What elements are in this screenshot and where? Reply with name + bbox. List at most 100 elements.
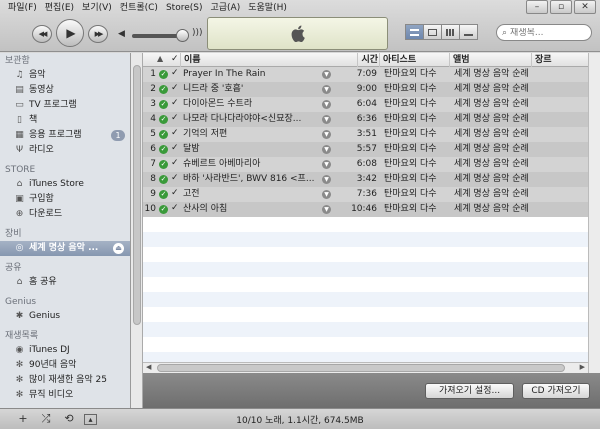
table-row[interactable]: 2 ✓ ✓ 니드라 중 '호흡' ▼ 9:00 탄마요외 다수 세계 명상 음악 순례: [143, 82, 600, 97]
track-time: 9:00: [356, 84, 377, 94]
track-checkbox[interactable]: ✓: [171, 83, 179, 93]
track-options-icon[interactable]: ▼: [322, 130, 331, 139]
minimize-button[interactable]: –: [526, 0, 548, 14]
scroll-right-icon[interactable]: ▶: [580, 363, 585, 371]
playable-status-icon: ✓: [159, 115, 168, 124]
track-checkbox[interactable]: ✓: [171, 158, 179, 168]
sidebar-item-itunes-store[interactable]: ⌂ iTunes Store: [0, 177, 130, 192]
import-cd-button[interactable]: CD 가져오기: [522, 383, 590, 399]
column-time[interactable]: 시간: [357, 53, 379, 67]
coverflow-view-button[interactable]: [459, 24, 478, 40]
sidebar-scrollbar[interactable]: [131, 53, 143, 408]
sidebar-item-itunes-dj[interactable]: ◉ iTunes DJ: [0, 343, 130, 358]
menu-edit[interactable]: 편집(E): [41, 2, 78, 15]
sidebar-item-90s-music[interactable]: ✻ 90년대 음악: [0, 358, 130, 373]
table-row[interactable]: 6 ✓ ✓ 달밤 ▼ 5:57 탄마요외 다수 세계 명상 음악 순례: [143, 142, 600, 157]
track-checkbox[interactable]: ✓: [171, 188, 179, 198]
track-album: 세계 명상 음악 순례: [454, 189, 529, 199]
sidebar-item-top-25[interactable]: ✻ 많이 재생한 음악 25: [0, 373, 130, 388]
track-options-icon[interactable]: ▼: [322, 115, 331, 124]
track-checkbox[interactable]: ✓: [171, 143, 179, 153]
table-row[interactable]: 9 ✓ ✓ 고전 ▼ 7:36 탄마요외 다수 세계 명상 음악 순례: [143, 187, 600, 202]
track-options-icon[interactable]: ▼: [322, 175, 331, 184]
volume-knob[interactable]: [176, 29, 189, 42]
menu-advanced[interactable]: 고급(A): [206, 2, 244, 15]
sidebar-item-books[interactable]: ▯ 책: [0, 113, 130, 128]
previous-track-button[interactable]: ◀◀: [32, 25, 52, 43]
track-artist: 탄마요외 다수: [384, 69, 437, 79]
sidebar-item-device-cd[interactable]: ◎ 세계 명상 음악 ... ⏏: [0, 241, 130, 256]
table-header: ▲ ✓ 이름 시간 아티스트 앨범 장르: [143, 53, 600, 67]
scroll-left-icon[interactable]: ◀: [146, 363, 151, 371]
table-row[interactable]: 7 ✓ ✓ 슈베르트 아베마리아 ▼ 6:08 탄마요외 다수 세계 명상 음악 순례: [143, 157, 600, 172]
track-checkbox[interactable]: ✓: [171, 98, 179, 108]
home-icon: ⌂: [16, 277, 23, 287]
track-options-icon[interactable]: ▼: [322, 100, 331, 109]
column-name[interactable]: 이름: [180, 53, 357, 67]
sidebar-item-home-sharing[interactable]: ⌂ 홈 공유: [0, 275, 130, 290]
table-vertical-scrollbar[interactable]: [588, 53, 600, 373]
table-row[interactable]: 8 ✓ ✓ 바하 '사라반드', BWV 816 <프... ▼ 3:42 탄마요외 다수 세…: [143, 172, 600, 187]
play-button[interactable]: ▶: [56, 19, 84, 47]
table-horizontal-scrollbar[interactable]: ◀ ▶: [143, 362, 588, 373]
track-checkbox[interactable]: ✓: [171, 203, 179, 213]
column-album[interactable]: 앨범: [449, 53, 531, 67]
menu-controls[interactable]: 컨트롤(C): [116, 2, 162, 15]
sidebar-scroll-thumb[interactable]: [133, 65, 141, 325]
track-options-icon[interactable]: ▼: [322, 205, 331, 214]
track-artist: 탄마요외 다수: [384, 174, 437, 184]
track-options-icon[interactable]: ▼: [322, 160, 331, 169]
track-checkbox[interactable]: ✓: [171, 113, 179, 123]
sidebar-item-radio[interactable]: Ψ 라디오: [0, 143, 130, 158]
grid-view-button[interactable]: [441, 24, 460, 40]
empty-row: [143, 322, 600, 337]
sidebar-item-music-videos[interactable]: ✻ 뮤직 비디오: [0, 388, 130, 403]
sidebar-item-movies[interactable]: ▤ 동영상: [0, 83, 130, 98]
toolbar: 파일(F) 편집(E) 보기(V) 컨트롤(C) Store(S) 고급(A) …: [0, 0, 600, 52]
track-album: 세계 명상 음악 순례: [454, 204, 529, 214]
track-checkbox[interactable]: ✓: [171, 68, 179, 78]
sidebar-item-genius[interactable]: ✱ Genius: [0, 309, 130, 324]
track-options-icon[interactable]: ▼: [322, 70, 331, 79]
search-box[interactable]: ⌕: [496, 24, 592, 41]
menu-view[interactable]: 보기(V): [78, 2, 116, 15]
track-time: 5:57: [356, 144, 377, 154]
track-options-icon[interactable]: ▼: [322, 190, 331, 199]
track-options-icon[interactable]: ▼: [322, 145, 331, 154]
empty-row: [143, 277, 600, 292]
track-time: 6:04: [356, 99, 377, 109]
track-name: 달밤: [183, 144, 200, 154]
close-button[interactable]: ✕: [574, 0, 596, 14]
menu-help[interactable]: 도움말(H): [244, 2, 291, 15]
table-row[interactable]: 3 ✓ ✓ 다이아몬드 수트라 ▼ 6:04 탄마요외 다수 세계 명상 음악 순례: [143, 97, 600, 112]
search-input[interactable]: [510, 27, 583, 38]
download-icon: ⊕: [15, 209, 24, 219]
import-settings-button[interactable]: 가져오기 설정...: [425, 383, 514, 399]
album-view-button[interactable]: [423, 24, 442, 40]
sidebar-item-tv[interactable]: ▭ TV 프로그램: [0, 98, 130, 113]
table-row[interactable]: 1 ✓ ✓ Prayer In The Rain ▼ 7:09 탄마요외 다수 세계 명상 음…: [143, 67, 600, 82]
next-track-button[interactable]: ▶▶: [88, 25, 108, 43]
sidebar-item-music[interactable]: ♫ 음악: [0, 68, 130, 83]
menu-store[interactable]: Store(S): [162, 2, 207, 15]
table-row[interactable]: 5 ✓ ✓ 기억의 저편 ▼ 3:51 탄마요외 다수 세계 명상 음악 순례: [143, 127, 600, 142]
menu-file[interactable]: 파일(F): [4, 2, 41, 15]
sidebar-item-downloads[interactable]: ⊕ 다운로드: [0, 207, 130, 222]
horizontal-scroll-thumb[interactable]: [157, 364, 565, 372]
list-view-button[interactable]: [405, 24, 424, 40]
sidebar-item-apps[interactable]: ▦ 응용 프로그램 1: [0, 128, 130, 143]
table-row[interactable]: 4 ✓ ✓ 나모라 다나다라야야<신묘장... ▼ 6:36 탄마요외 다수 세계 명상 음악…: [143, 112, 600, 127]
maximize-button[interactable]: ▫: [550, 0, 572, 14]
track-name: 바하 '사라반드', BWV 816 <프...: [183, 174, 315, 184]
window-controls: – ▫ ✕: [526, 0, 596, 14]
track-options-icon[interactable]: ▼: [322, 85, 331, 94]
table-row[interactable]: 10 ✓ ✓ 산사의 아침 ▼ 10:46 탄마요외 다수 세계 명상 음악 순례: [143, 202, 600, 217]
track-checkbox[interactable]: ✓: [171, 128, 179, 138]
track-name: Prayer In The Rain: [183, 69, 266, 79]
sidebar-item-purchased[interactable]: ▣ 구입함: [0, 192, 130, 207]
column-artist[interactable]: 아티스트: [379, 53, 449, 67]
volume-low-icon: ◀: [118, 29, 125, 39]
search-icon: ⌕: [502, 27, 508, 38]
eject-icon[interactable]: ⏏: [113, 243, 124, 254]
track-checkbox[interactable]: ✓: [171, 173, 179, 183]
